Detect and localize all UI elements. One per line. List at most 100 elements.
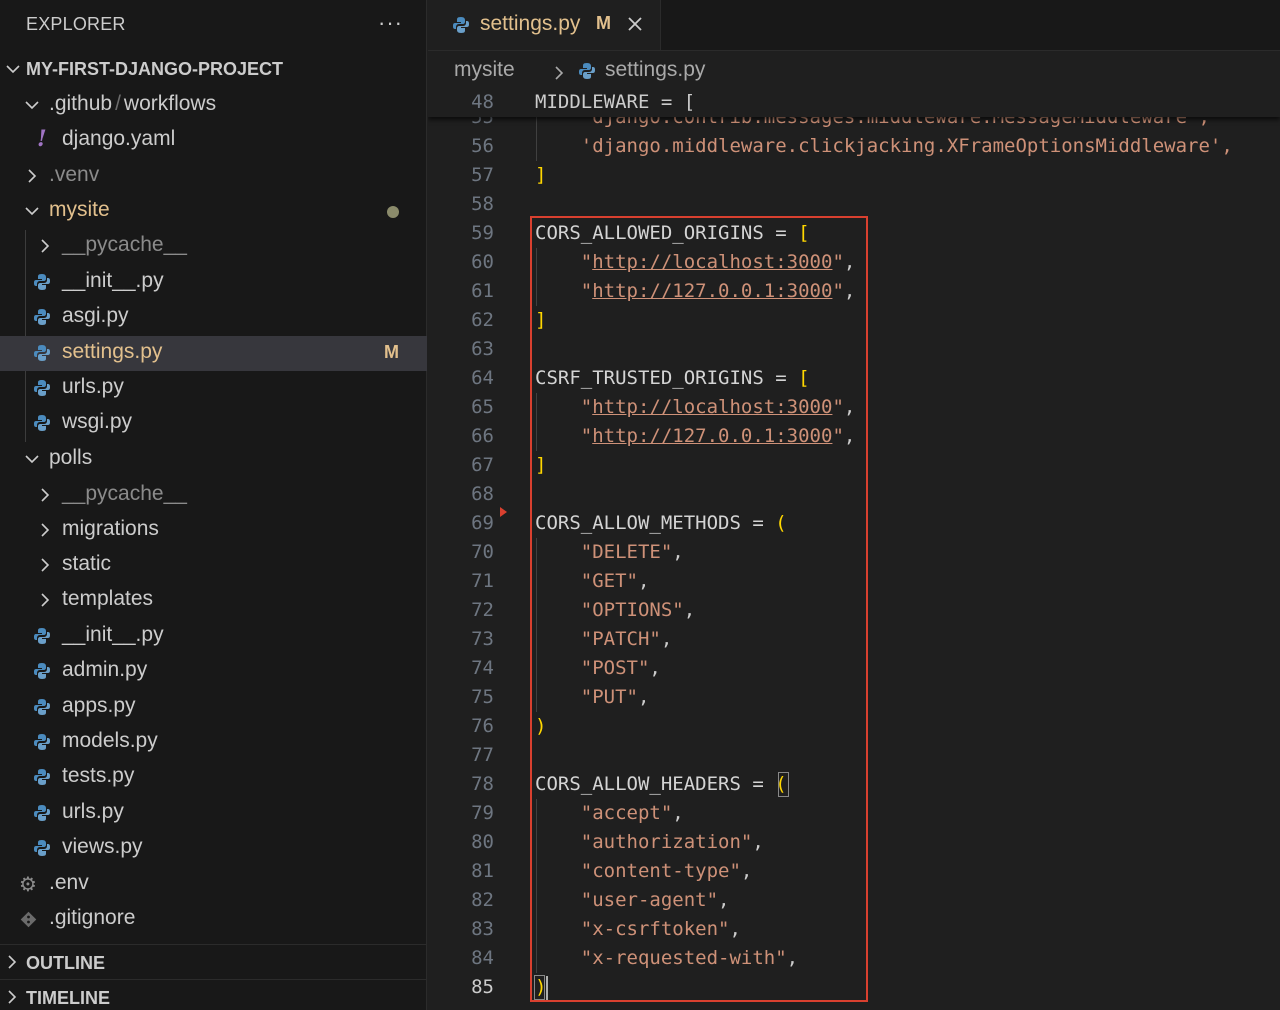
tree-item-settings[interactable]: settings.py M [0,336,427,371]
python-file-icon [34,840,50,856]
outline-panel-header[interactable]: OUTLINE [0,944,427,978]
tree-item-tests[interactable]: tests.py [0,760,427,795]
gear-icon: ⚙ [19,874,37,896]
text-cursor [546,976,548,1000]
chevron-down-icon [6,64,20,74]
line-number: 80 [471,831,494,853]
sticky-scroll-header[interactable]: 48 MIDDLEWARE = [ [428,88,1280,117]
project-folder-header[interactable]: MY-FIRST-DJANGO-PROJECT [0,52,427,86]
line-number: 56 [471,135,494,157]
line-number: 60 [471,251,494,273]
breadcrumb-folder[interactable]: mysite [454,58,515,82]
python-file-icon [453,17,469,33]
outline-label: OUTLINE [26,953,105,973]
tree-item-models[interactable]: models.py [0,725,427,760]
python-file-icon [34,805,50,821]
path-separator: / [115,92,121,115]
timeline-label: TIMELINE [26,988,110,1008]
sticky-code-text: MIDDLEWARE = [ [535,91,696,113]
chevron-right-icon [40,488,50,502]
tab-bar: settings.py M [428,0,1280,51]
tree-item-polls-pycache[interactable]: __pycache__ [0,478,427,513]
tree-item-wsgi[interactable]: wsgi.py [0,406,427,441]
code-editor[interactable]: 48 MIDDLEWARE = [ 55 56 57 58 59 60 61 6… [428,88,1280,1010]
python-file-icon [34,309,50,325]
file-label: .gitignore [49,906,136,929]
python-file-icon [579,63,595,79]
line-number: 79 [471,802,494,824]
close-icon[interactable] [626,15,644,33]
file-label: tests.py [62,764,135,787]
line-number: 83 [471,918,494,940]
line-number: 61 [471,280,494,302]
tree-item-apps[interactable]: apps.py [0,690,427,725]
line-number: 76 [471,715,494,737]
line-number: 70 [471,541,494,563]
chevron-down-icon [25,454,39,464]
tree-item-venv[interactable]: .venv [0,159,427,194]
tree-item-mysite-pycache[interactable]: __pycache__ [0,229,427,264]
tree-item-templates[interactable]: templates [0,583,427,618]
file-label: settings.py [62,340,163,363]
file-label: __init__.py [62,269,164,292]
tree-item-urls[interactable]: urls.py [0,371,427,406]
line-number: 82 [471,889,494,911]
file-label: urls.py [62,800,124,823]
file-label: views.py [62,835,143,858]
tab-modified-badge: M [596,13,611,33]
code-line: MIDDLEWARE = [ [535,88,695,117]
python-file-icon [34,699,50,715]
chevron-right-icon [40,558,50,572]
tab-settings-py[interactable]: settings.py M [428,0,661,50]
file-label: django.yaml [62,127,176,150]
folder-label: polls [49,446,93,469]
tree-item-gitignore[interactable]: .gitignore [0,902,427,937]
tree-item-polls[interactable]: polls [0,442,427,477]
file-label: __init__.py [62,623,164,646]
python-file-icon [34,380,50,396]
tree-item-mysite[interactable]: mysite [0,194,427,229]
line-number: 69 [471,512,494,534]
folder-label: mysite [49,198,110,221]
tree-item-mysite-init[interactable]: __init__.py [0,265,427,300]
tree-item-static[interactable]: static [0,548,427,583]
chevron-down-icon [25,100,39,110]
tree-item-polls-init[interactable]: __init__.py [0,619,427,654]
timeline-panel-header[interactable]: TIMELINE [0,979,427,1010]
line-number: 62 [471,309,494,331]
file-label: wsgi.py [62,410,133,433]
line-number: 71 [471,570,494,592]
chevron-right-icon [40,593,50,607]
code-bracket: ] [535,164,547,186]
line-number: 59 [471,222,494,244]
python-file-icon [34,415,50,431]
more-actions-icon[interactable]: ··· [378,10,403,36]
editor-panel: settings.py M mysite settings.py 48 MIDD… [428,0,1280,1010]
folder-label-github: .github [49,92,113,115]
tree-item-django-yaml[interactable]: ! django.yaml [0,123,427,158]
tree-item-views[interactable]: views.py [0,831,427,866]
folder-label: templates [62,587,154,610]
file-label: models.py [62,729,158,752]
explorer-sidebar: EXPLORER ··· MY-FIRST-DJANGO-PROJECT .gi… [0,0,427,1010]
explorer-header: EXPLORER ··· [0,0,427,50]
tree-item-env[interactable]: ⚙ .env [0,867,427,902]
chevron-right-icon [554,63,564,87]
folder-label-workflows: workflows [123,92,217,115]
tree-item-asgi[interactable]: asgi.py [0,300,427,335]
chevron-right-icon [7,955,17,969]
line-number: 48 [471,91,494,113]
breakpoint-marker-icon [500,507,507,517]
file-label: .env [49,871,89,894]
code-line: 'django.middleware.clickjacking.XFrameOp… [535,132,1233,161]
explorer-title: EXPLORER [26,14,126,34]
breadcrumb-file[interactable]: settings.py [605,58,705,82]
tree-item-polls-urls[interactable]: urls.py [0,796,427,831]
modified-dot-icon [387,206,399,218]
tree-item-admin[interactable]: admin.py [0,654,427,689]
line-number: 73 [471,628,494,650]
tree-item-migrations[interactable]: migrations [0,513,427,548]
chevron-right-icon [27,169,37,183]
tree-item-github-workflows[interactable]: .github / workflows [0,88,427,123]
git-icon [20,911,37,928]
